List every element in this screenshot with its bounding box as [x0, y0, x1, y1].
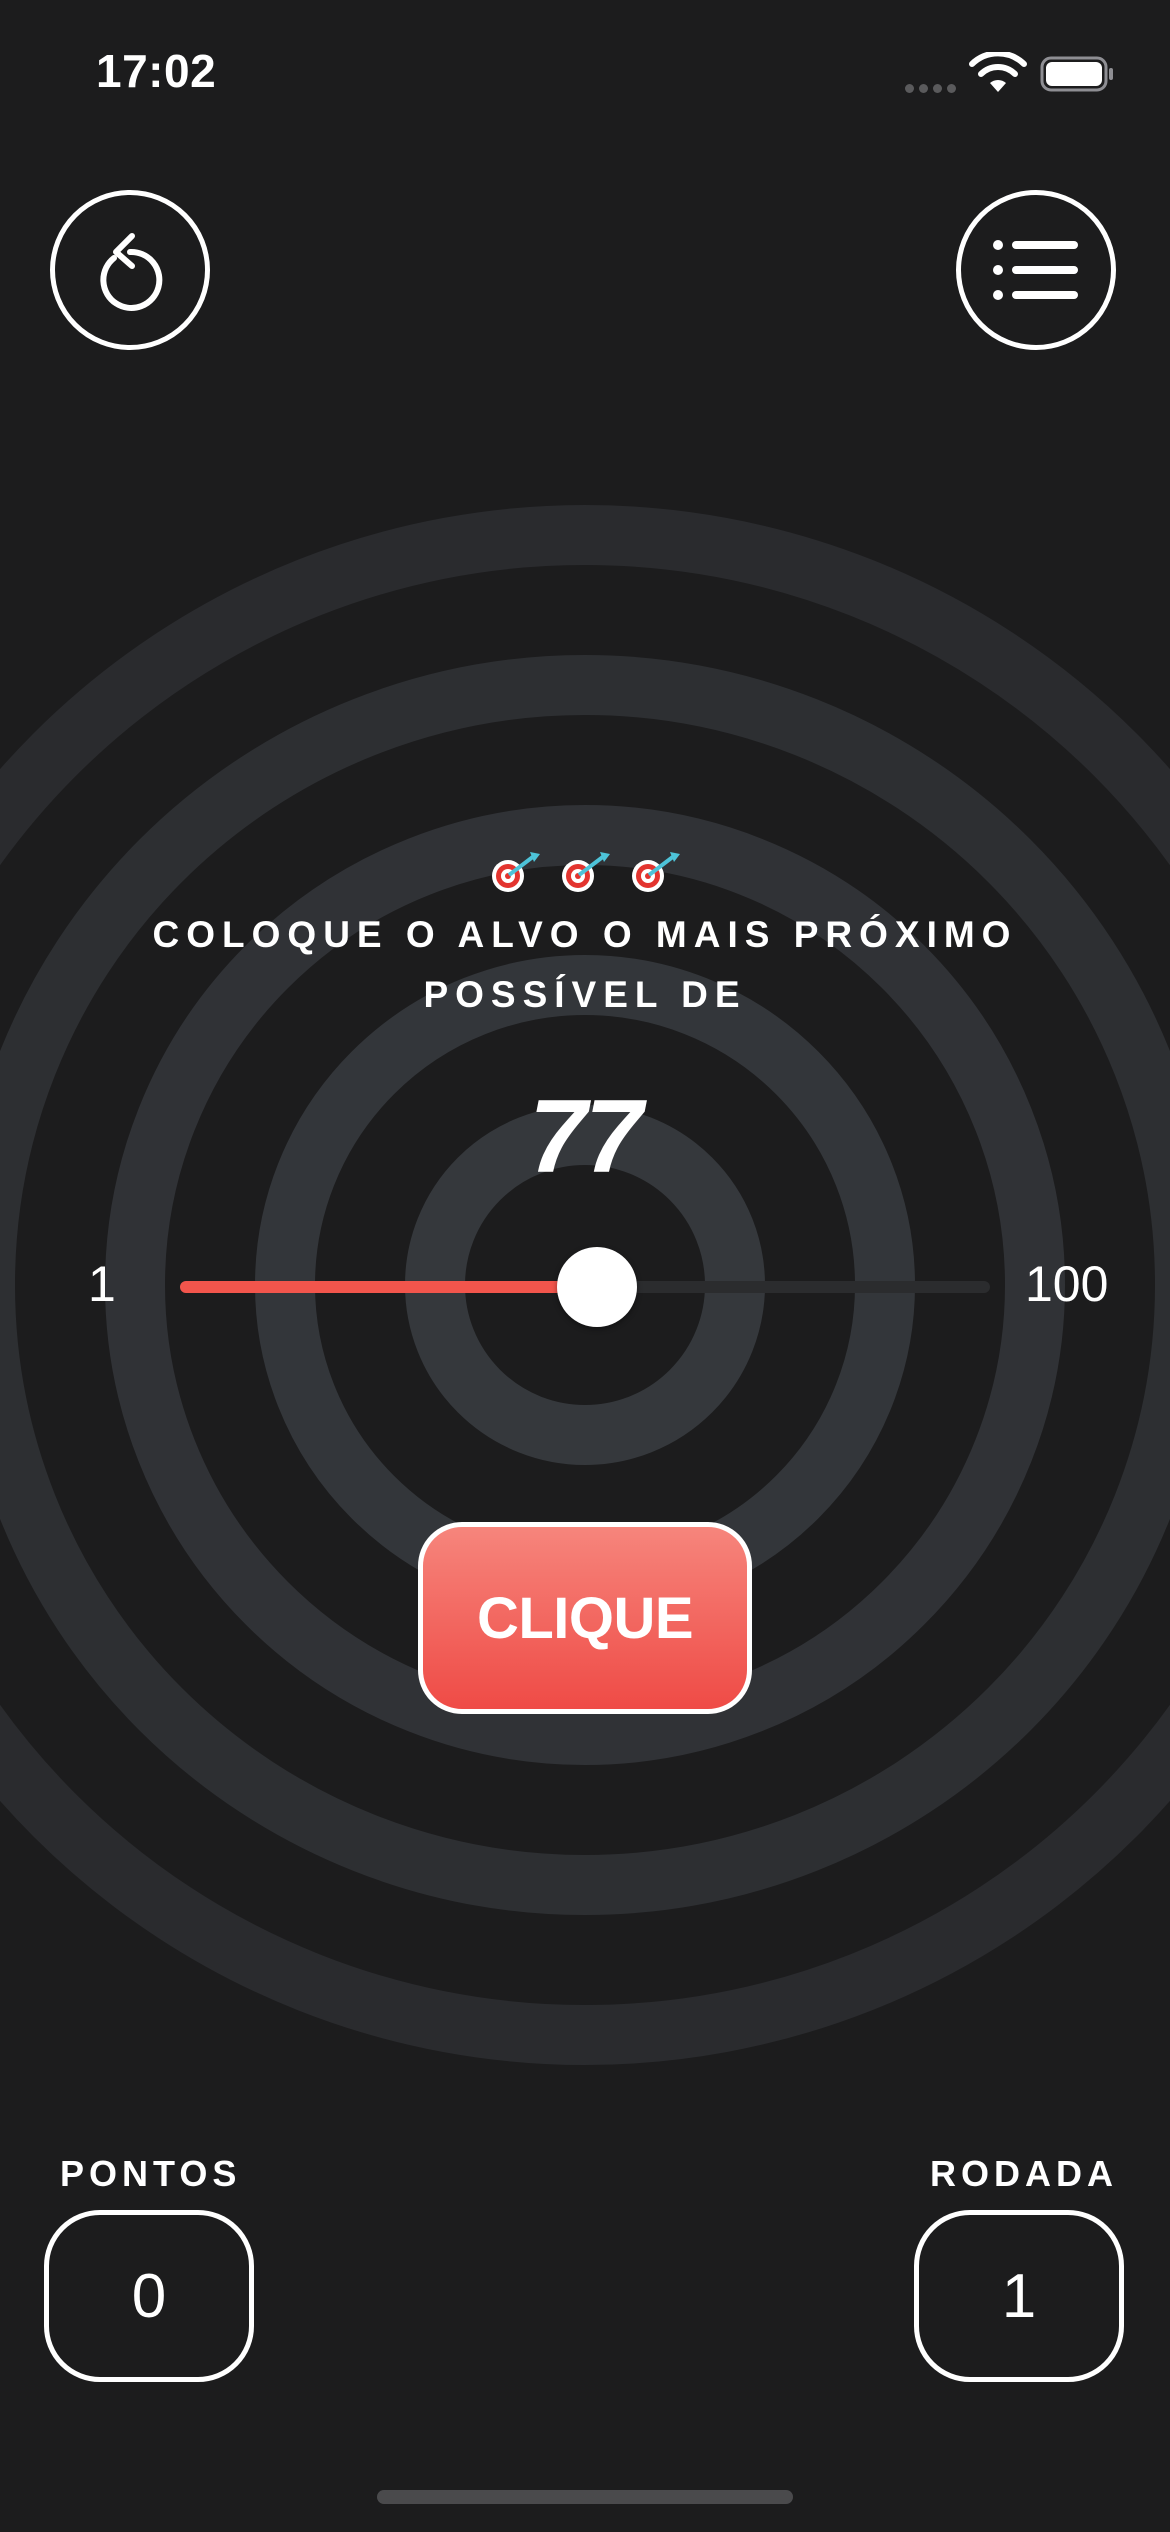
status-bar: 17:02	[0, 0, 1170, 140]
value-slider[interactable]	[180, 1247, 990, 1327]
cellular-signal-icon	[905, 80, 961, 98]
slider-fill	[180, 1281, 598, 1293]
target-number: 77	[529, 1079, 643, 1195]
score-value: 0	[131, 2261, 167, 2331]
instruction-line-1: COLOQUE O ALVO O MAIS PRÓXIMO	[152, 914, 1018, 955]
score-label: PONTOS	[60, 2153, 242, 2194]
menu-button[interactable]	[956, 190, 1116, 350]
battery-icon	[1040, 56, 1113, 92]
clique-button[interactable]: CLIQUE	[418, 1522, 752, 1714]
slider-max-label: 100	[1025, 1256, 1109, 1312]
dart-target-icon	[491, 852, 540, 892]
status-time: 17:02	[96, 45, 217, 97]
instruction-text: COLOQUE O ALVO O MAIS PRÓXIMO POSSÍVEL D…	[120, 905, 1050, 1025]
restart-arrow-icon	[100, 233, 163, 311]
wifi-icon	[969, 52, 1027, 92]
restart-button[interactable]	[50, 190, 210, 350]
round-value: 1	[1001, 2261, 1037, 2331]
darts-decoration	[0, 850, 1170, 899]
round-label: RODADA	[930, 2153, 1118, 2194]
home-indicator	[377, 2490, 793, 2504]
list-icon	[993, 240, 1078, 300]
round-box: 1	[914, 2210, 1124, 2382]
instruction-line-2: POSSÍVEL DE	[423, 974, 747, 1015]
slider-thumb[interactable]	[557, 1247, 638, 1327]
slider-min-label: 1	[88, 1256, 116, 1312]
dart-target-icon	[632, 852, 681, 892]
dart-target-icon	[562, 852, 610, 892]
score-box: 0	[44, 2210, 254, 2382]
